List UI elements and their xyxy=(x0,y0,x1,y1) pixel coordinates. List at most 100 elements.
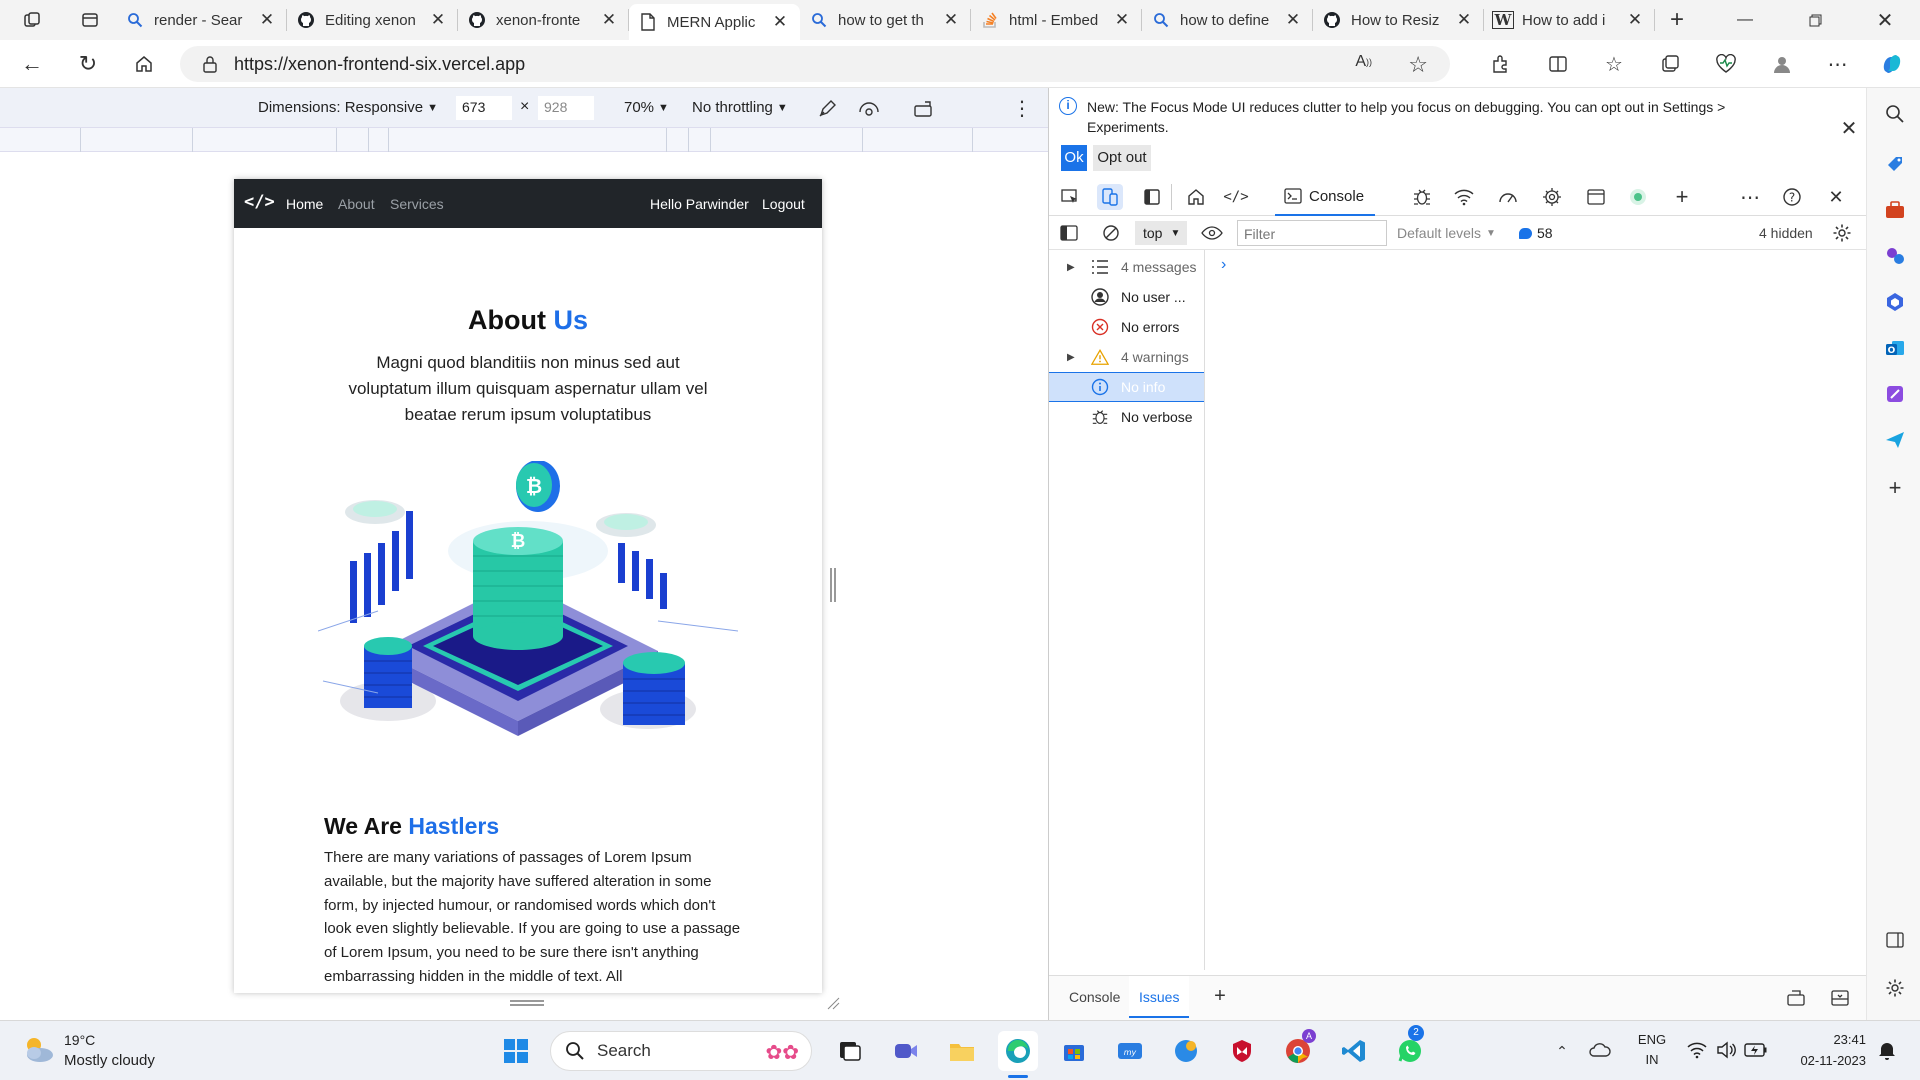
close-devtools-icon[interactable]: ✕ xyxy=(1825,186,1847,208)
sensors-pen-icon[interactable] xyxy=(816,98,838,120)
sidebar-tools-icon[interactable] xyxy=(1883,198,1907,222)
drawer-tab-issues[interactable]: Issues xyxy=(1129,976,1190,1018)
collections-icon[interactable] xyxy=(1654,48,1686,80)
edge-browser-icon[interactable] xyxy=(998,1031,1038,1071)
console-settings-gear-icon[interactable] xyxy=(1831,222,1853,244)
drawer-add-tab-icon[interactable]: + xyxy=(1209,985,1231,1007)
favorites-icon[interactable]: ☆ xyxy=(1598,48,1630,80)
wifi-icon[interactable] xyxy=(1686,1039,1708,1061)
settings-more-icon[interactable]: ⋯ xyxy=(1822,48,1854,80)
drawer-close-icon[interactable] xyxy=(1829,988,1851,1008)
welcome-home-icon[interactable] xyxy=(1185,186,1207,208)
more-tabs-plus-icon[interactable]: + xyxy=(1671,184,1693,210)
close-tab-icon[interactable]: ✕ xyxy=(941,10,961,30)
show-sidebar-icon[interactable] xyxy=(1059,224,1079,242)
viewport-resize-corner-icon[interactable] xyxy=(826,996,840,1010)
console-prompt-chevron-icon[interactable]: › xyxy=(1221,256,1226,274)
console-sidebar-item[interactable]: No user ... xyxy=(1049,282,1204,312)
language-top[interactable]: ENG xyxy=(1634,1032,1670,1047)
extension-tab-icon[interactable] xyxy=(1627,186,1649,208)
browser-tab[interactable]: html - Embed ✕ xyxy=(971,0,1142,40)
device-toggle-icon[interactable] xyxy=(1097,184,1123,210)
vscode-icon[interactable] xyxy=(1334,1031,1374,1071)
help-icon[interactable]: ? xyxy=(1781,186,1803,208)
expand-arrow-icon[interactable]: ▶ xyxy=(1067,262,1075,273)
copilot-icon[interactable] xyxy=(1876,48,1908,80)
sidebar-designer-icon[interactable] xyxy=(1883,382,1907,406)
nav-services-link[interactable]: Services xyxy=(390,196,444,212)
mysql-workbench-icon[interactable]: my xyxy=(1110,1031,1150,1071)
nav-home-link[interactable]: Home xyxy=(286,196,323,212)
workspaces-icon[interactable] xyxy=(0,0,64,40)
close-tab-icon[interactable]: ✕ xyxy=(1625,10,1645,30)
tab-actions-icon[interactable] xyxy=(64,0,116,40)
taskbar-search-box[interactable]: Search ✿✿ xyxy=(550,1031,812,1071)
onedrive-cloud-icon[interactable] xyxy=(1588,1039,1612,1061)
sidebar-settings-gear-icon[interactable] xyxy=(1883,976,1907,1000)
clear-console-icon[interactable] xyxy=(1101,224,1121,242)
teams-meet-icon[interactable] xyxy=(886,1031,926,1071)
memory-chip-icon[interactable] xyxy=(1541,186,1563,208)
live-expression-eye-icon[interactable] xyxy=(1201,224,1223,242)
elements-tab-icon[interactable]: </> xyxy=(1223,186,1248,208)
zoom-select[interactable]: 70% ▼ xyxy=(624,99,669,116)
browser-tab[interactable]: MERN Applic ✕ xyxy=(629,4,800,40)
browser-tab[interactable]: how to get th ✕ xyxy=(800,0,971,40)
url-field[interactable]: https://xenon-frontend-six.vercel.app A)… xyxy=(180,46,1450,82)
sidebar-shopping-icon[interactable] xyxy=(1883,152,1907,176)
browser-tab[interactable]: Editing xenon ✕ xyxy=(287,0,458,40)
new-tab-button[interactable]: + xyxy=(1655,0,1699,40)
favorite-star-icon[interactable]: ☆ xyxy=(1408,52,1428,78)
clock-time[interactable]: 23:41 xyxy=(1830,1032,1866,1047)
viewport-resize-handle-bottom[interactable] xyxy=(510,1000,544,1006)
console-sidebar-item[interactable]: ▶ 4 messages xyxy=(1049,252,1204,282)
nav-logout-link[interactable]: Logout xyxy=(762,196,805,212)
sidebar-outlook-icon[interactable]: O xyxy=(1883,336,1907,360)
minimize-button[interactable]: — xyxy=(1710,0,1780,40)
message-counter[interactable]: 58 xyxy=(1519,225,1553,241)
ok-button[interactable]: Ok xyxy=(1061,145,1087,171)
extensions-icon[interactable] xyxy=(1484,48,1516,80)
tab-console[interactable]: Console xyxy=(1275,178,1375,216)
expand-arrow-icon[interactable]: ▶ xyxy=(1067,352,1075,363)
drawer-tab-console[interactable]: Console xyxy=(1069,976,1120,1018)
filter-input[interactable]: Filter xyxy=(1237,220,1387,246)
close-tab-icon[interactable]: ✕ xyxy=(428,10,448,30)
console-sidebar-item[interactable]: No errors xyxy=(1049,312,1204,342)
rotate-device-icon[interactable] xyxy=(912,98,936,120)
height-input[interactable]: 928 xyxy=(538,96,594,120)
nav-about-link[interactable]: About xyxy=(338,196,375,212)
network-wifi-icon[interactable] xyxy=(1453,186,1475,208)
split-screen-icon[interactable] xyxy=(1542,48,1574,80)
dimensions-select[interactable]: Dimensions: Responsive ▼ xyxy=(258,99,438,116)
dock-side-icon[interactable] xyxy=(1141,186,1163,208)
viewport-resize-handle-right[interactable] xyxy=(830,568,836,602)
weather-cloud-icon[interactable] xyxy=(20,1033,56,1067)
sidebar-microsoft365-icon[interactable] xyxy=(1883,290,1907,314)
battery-icon[interactable] xyxy=(1744,1039,1768,1061)
refresh-button[interactable]: ↻ xyxy=(72,48,104,80)
close-window-button[interactable]: ✕ xyxy=(1850,0,1920,40)
profile-avatar[interactable] xyxy=(1766,48,1798,80)
restore-button[interactable] xyxy=(1780,0,1850,40)
context-select[interactable]: top ▼ xyxy=(1135,221,1187,245)
more-options-icon[interactable]: ⋮ xyxy=(1012,96,1032,120)
close-tab-icon[interactable]: ✕ xyxy=(770,12,790,32)
home-button[interactable] xyxy=(128,48,160,80)
browser-tab[interactable]: How to Resiz ✕ xyxy=(1313,0,1484,40)
browser-tab[interactable]: how to define ✕ xyxy=(1142,0,1313,40)
sidebar-send-icon[interactable] xyxy=(1883,428,1907,452)
sidebar-games-icon[interactable] xyxy=(1883,244,1907,268)
console-sidebar-item[interactable]: No verbose xyxy=(1049,402,1204,432)
microsoft-store-icon[interactable] xyxy=(1054,1031,1094,1071)
task-view-icon[interactable] xyxy=(830,1031,870,1071)
throttling-select[interactable]: No throttling ▼ xyxy=(692,99,788,116)
width-input[interactable]: 673 xyxy=(456,96,512,120)
customize-devtools-icon[interactable]: ⋯ xyxy=(1739,184,1761,210)
sources-bug-icon[interactable] xyxy=(1411,186,1433,208)
application-icon[interactable] xyxy=(1585,186,1607,208)
close-notice-icon[interactable]: ✕ xyxy=(1839,118,1859,140)
console-sidebar-item[interactable]: No info xyxy=(1049,372,1204,402)
browser-tab[interactable]: render - Sear ✕ xyxy=(116,0,287,40)
clock-date[interactable]: 02-11-2023 xyxy=(1790,1053,1866,1068)
